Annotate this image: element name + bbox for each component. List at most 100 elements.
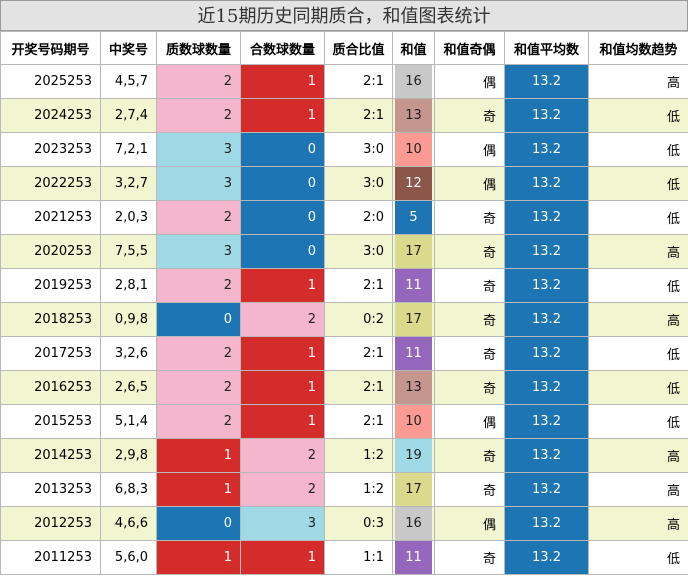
table-row: 2013253 6,8,3 1 2 1:2 17 奇 13.2 高 <box>0 472 688 507</box>
sum-cell: 11 <box>392 268 435 303</box>
sum-value: 10 <box>395 133 432 166</box>
sum-average-cell: 13.2 <box>504 98 589 133</box>
col-header-sum: 和值 <box>392 31 435 65</box>
sum-cell: 12 <box>392 166 435 201</box>
numbers-cell: 2,6,5 <box>100 370 157 405</box>
table-row: 2025253 4,5,7 2 1 2:1 16 偶 13.2 高 <box>0 64 688 99</box>
table-body: 2025253 4,5,7 2 1 2:1 16 偶 13.2 高 2024253 2,7,4 2 1 2… <box>0 64 688 575</box>
sum-trend-cell: 低 <box>588 336 688 371</box>
numbers-cell: 6,8,3 <box>100 472 157 507</box>
ratio-cell: 3:0 <box>324 132 393 167</box>
sum-cell: 16 <box>392 506 435 541</box>
issue-cell: 2019253 <box>0 268 101 303</box>
composite-count-cell: 1 <box>240 336 325 371</box>
sum-average-cell: 13.2 <box>504 302 589 337</box>
sum-trend-cell: 高 <box>588 234 688 269</box>
sum-cell: 13 <box>392 370 435 405</box>
composite-count-cell: 0 <box>240 166 325 201</box>
prime-count-cell: 0 <box>156 506 241 541</box>
sum-average-cell: 13.2 <box>504 506 589 541</box>
prime-count-cell: 3 <box>156 166 241 201</box>
sum-cell: 10 <box>392 404 435 439</box>
prime-count-cell: 1 <box>156 472 241 507</box>
table-row: 2018253 0,9,8 0 2 0:2 17 奇 13.2 高 <box>0 302 688 337</box>
prime-count-cell: 2 <box>156 404 241 439</box>
sum-parity-cell: 偶 <box>434 404 505 439</box>
numbers-cell: 2,8,1 <box>100 268 157 303</box>
sum-average-cell: 13.2 <box>504 64 589 99</box>
prime-count-cell: 2 <box>156 268 241 303</box>
ratio-cell: 2:1 <box>324 98 393 133</box>
prime-count-cell: 2 <box>156 336 241 371</box>
sum-parity-cell: 奇 <box>434 438 505 473</box>
ratio-cell: 3:0 <box>324 234 393 269</box>
issue-cell: 2022253 <box>0 166 101 201</box>
col-header-composite-count: 合数球数量 <box>240 31 325 65</box>
composite-count-cell: 2 <box>240 438 325 473</box>
sum-average-cell: 13.2 <box>504 370 589 405</box>
sum-trend-cell: 低 <box>588 404 688 439</box>
numbers-cell: 3,2,7 <box>100 166 157 201</box>
numbers-cell: 2,7,4 <box>100 98 157 133</box>
table-row: 2011253 5,6,0 1 1 1:1 11 奇 13.2 低 <box>0 540 688 575</box>
sum-cell: 17 <box>392 472 435 507</box>
table-row: 2019253 2,8,1 2 1 2:1 11 奇 13.2 低 <box>0 268 688 303</box>
sum-cell: 13 <box>392 98 435 133</box>
sum-value: 5 <box>395 201 432 234</box>
table-row: 2014253 2,9,8 1 2 1:2 19 奇 13.2 高 <box>0 438 688 473</box>
composite-count-cell: 3 <box>240 506 325 541</box>
sum-average-cell: 13.2 <box>504 268 589 303</box>
col-header-sum-parity: 和值奇偶 <box>434 31 505 65</box>
sum-average-cell: 13.2 <box>504 336 589 371</box>
sum-parity-cell: 偶 <box>434 506 505 541</box>
ratio-cell: 0:2 <box>324 302 393 337</box>
numbers-cell: 2,9,8 <box>100 438 157 473</box>
sum-trend-cell: 低 <box>588 540 688 575</box>
table-row: 2012253 4,6,6 0 3 0:3 16 偶 13.2 高 <box>0 506 688 541</box>
sum-cell: 17 <box>392 302 435 337</box>
ratio-cell: 2:1 <box>324 370 393 405</box>
sum-parity-cell: 奇 <box>434 200 505 235</box>
issue-cell: 2020253 <box>0 234 101 269</box>
sum-parity-cell: 偶 <box>434 64 505 99</box>
issue-cell: 2013253 <box>0 472 101 507</box>
sum-trend-cell: 高 <box>588 302 688 337</box>
numbers-cell: 4,5,7 <box>100 64 157 99</box>
issue-cell: 2015253 <box>0 404 101 439</box>
table-row: 2015253 5,1,4 2 1 2:1 10 偶 13.2 低 <box>0 404 688 439</box>
sum-parity-cell: 奇 <box>434 268 505 303</box>
table-row: 2023253 7,2,1 3 0 3:0 10 偶 13.2 低 <box>0 132 688 167</box>
sum-value: 13 <box>395 99 432 132</box>
sum-average-cell: 13.2 <box>504 472 589 507</box>
table-row: 2017253 3,2,6 2 1 2:1 11 奇 13.2 低 <box>0 336 688 371</box>
numbers-cell: 7,5,5 <box>100 234 157 269</box>
prime-count-cell: 3 <box>156 132 241 167</box>
prime-count-cell: 0 <box>156 302 241 337</box>
sum-parity-cell: 奇 <box>434 98 505 133</box>
composite-count-cell: 1 <box>240 370 325 405</box>
col-header-issue: 开奖号码期号 <box>0 31 101 65</box>
issue-cell: 2025253 <box>0 64 101 99</box>
ratio-cell: 2:1 <box>324 336 393 371</box>
page-title: 近15期历史同期质合，和值图表统计 <box>0 0 688 31</box>
table-row: 2020253 7,5,5 3 0 3:0 17 奇 13.2 高 <box>0 234 688 269</box>
numbers-cell: 0,9,8 <box>100 302 157 337</box>
sum-average-cell: 13.2 <box>504 540 589 575</box>
sum-parity-cell: 奇 <box>434 336 505 371</box>
sum-value: 11 <box>395 541 432 574</box>
sum-parity-cell: 奇 <box>434 234 505 269</box>
issue-cell: 2014253 <box>0 438 101 473</box>
composite-count-cell: 1 <box>240 268 325 303</box>
numbers-cell: 5,6,0 <box>100 540 157 575</box>
sum-value: 13 <box>395 371 432 404</box>
sum-trend-cell: 高 <box>588 438 688 473</box>
sum-average-cell: 13.2 <box>504 132 589 167</box>
ratio-cell: 2:1 <box>324 404 393 439</box>
sum-trend-cell: 低 <box>588 132 688 167</box>
sum-average-cell: 13.2 <box>504 234 589 269</box>
sum-trend-cell: 低 <box>588 370 688 405</box>
sum-parity-cell: 奇 <box>434 540 505 575</box>
issue-cell: 2011253 <box>0 540 101 575</box>
issue-cell: 2018253 <box>0 302 101 337</box>
sum-cell: 19 <box>392 438 435 473</box>
